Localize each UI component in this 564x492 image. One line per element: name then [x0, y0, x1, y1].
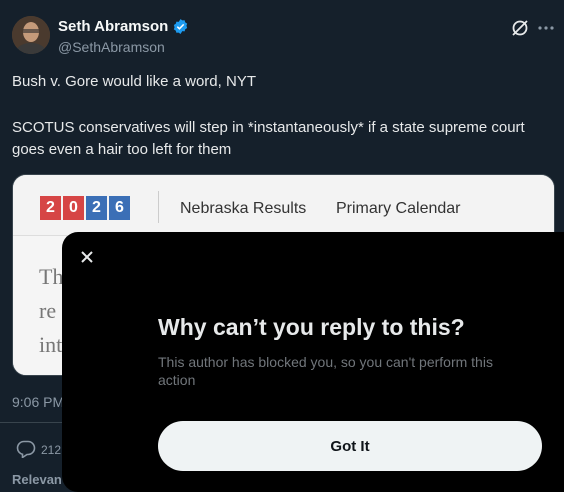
year-badge: 2 0 2 6	[40, 196, 130, 220]
modal-body-text: This author has blocked you, so you can'…	[158, 354, 493, 388]
more-options-icon[interactable]	[537, 18, 555, 38]
card-divider	[158, 191, 159, 223]
tweet-text-line-1: Bush v. Gore would like a word, NYT	[12, 73, 256, 90]
modal-title: Why can’t you reply to this?	[158, 314, 465, 340]
got-it-button[interactable]: Got It	[158, 421, 542, 471]
author-handle[interactable]: @SethAbramson	[58, 39, 165, 55]
card-text-fragment: int	[39, 332, 63, 357]
reply-icon[interactable]	[16, 440, 36, 458]
reply-count[interactable]: 212	[41, 443, 61, 457]
card-nav-primary-calendar: Primary Calendar	[336, 200, 461, 217]
tweet-timestamp[interactable]: 9:06 PM	[12, 394, 64, 410]
year-digit: 2	[86, 196, 107, 220]
tweet-text: Bush v. Gore would like a word, NYT SCOT…	[12, 71, 552, 161]
verified-badge-icon	[174, 19, 188, 34]
tweet-text-line-2: SCOTUS conservatives will step in *insta…	[12, 119, 525, 158]
blocked-reply-modal: Why can’t you reply to this? This author…	[62, 232, 564, 492]
author-name[interactable]: Seth Abramson	[58, 18, 189, 35]
card-nav-nebraska-results: Nebraska Results	[180, 200, 307, 217]
card-text-fragment: re	[39, 298, 57, 323]
grok-icon[interactable]	[510, 18, 530, 38]
author-name-text[interactable]: Seth Abramson	[58, 18, 168, 35]
card-text-fragment: Th	[39, 264, 64, 289]
year-digit: 2	[40, 196, 61, 220]
year-digit: 0	[63, 196, 84, 220]
close-icon[interactable]	[76, 246, 98, 268]
relevant-replies-label[interactable]: Relevan	[12, 472, 62, 487]
card-header: 2 0 2 6 Nebraska Results Primary Calenda…	[13, 175, 554, 236]
year-digit: 6	[109, 196, 130, 220]
avatar[interactable]	[12, 16, 50, 54]
